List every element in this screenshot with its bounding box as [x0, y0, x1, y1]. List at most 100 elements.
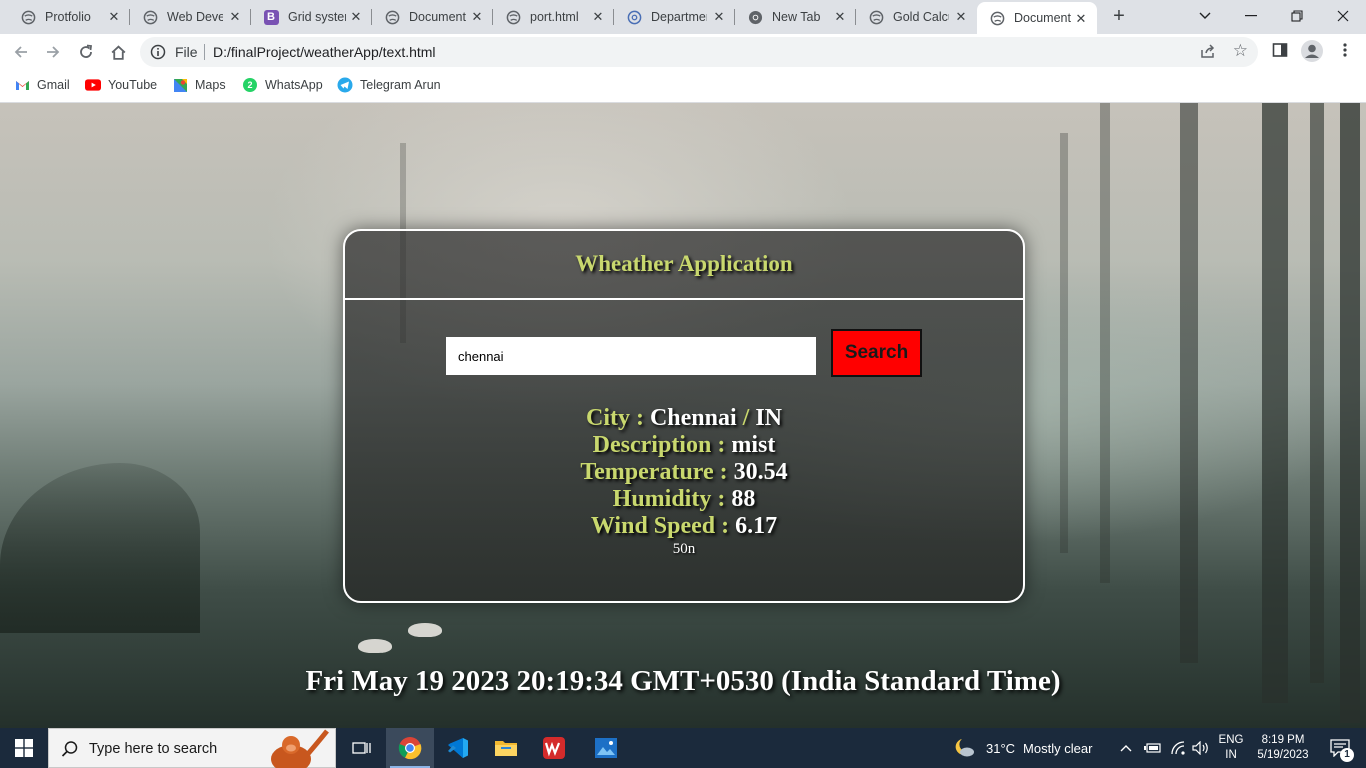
- weather-results: City : Chennai / IN Description : mist T…: [345, 405, 1023, 540]
- forward-arrow-icon[interactable]: [41, 40, 65, 64]
- wps-office-taskbar-icon[interactable]: [530, 728, 578, 768]
- bookmark-label: Maps: [195, 78, 226, 92]
- minimize-icon[interactable]: [1228, 0, 1274, 32]
- windows-start-icon[interactable]: [0, 728, 48, 768]
- globe-icon: [868, 9, 884, 25]
- reload-icon[interactable]: [74, 40, 98, 64]
- humidity-row: Humidity : 88: [345, 486, 1023, 513]
- bookmark-gmail[interactable]: Gmail: [14, 77, 70, 93]
- telegram-icon: [337, 77, 353, 93]
- bookmarks-bar: Gmail YouTube Maps 2 WhatsApp Telegram A…: [0, 70, 1366, 103]
- wind-speed-value: 6.17: [735, 513, 778, 539]
- tab-close-icon[interactable]: ✕: [953, 9, 969, 25]
- tab-close-icon[interactable]: ✕: [832, 9, 848, 25]
- browser-tab[interactable]: Web Devel ✕: [130, 0, 251, 34]
- windows-taskbar: Type here to search 31°C Mostly clear EN…: [0, 728, 1366, 768]
- clock-date: 5/19/2023: [1257, 749, 1309, 761]
- vscode-taskbar-icon[interactable]: [434, 728, 482, 768]
- restore-icon[interactable]: [1274, 0, 1320, 32]
- task-view-icon[interactable]: [338, 728, 386, 768]
- browser-tab[interactable]: Departmer ✕: [614, 0, 735, 34]
- home-icon[interactable]: [106, 40, 130, 64]
- kebab-menu-icon[interactable]: [1338, 42, 1352, 63]
- tab-close-icon[interactable]: ✕: [711, 9, 727, 25]
- file-explorer-taskbar-icon[interactable]: [482, 728, 530, 768]
- tab-close-icon[interactable]: ✕: [590, 9, 606, 25]
- description-label: Description :: [592, 432, 732, 458]
- chrome-taskbar-icon[interactable]: [386, 728, 434, 768]
- maps-icon: [172, 77, 188, 93]
- country-separator: /: [736, 405, 756, 431]
- browser-toolbar: File D:/finalProject/weatherApp/text.htm…: [0, 34, 1366, 70]
- bookmark-telegram[interactable]: Telegram Arun: [337, 77, 441, 93]
- app-title: Wheather Application: [575, 251, 793, 276]
- region-code: IN: [1225, 749, 1237, 761]
- tab-strip: Protfolio ✕ Web Devel ✕ B Grid systen ✕ …: [0, 0, 1366, 34]
- browser-tab[interactable]: Document ✕: [372, 0, 493, 34]
- volume-icon[interactable]: [1192, 728, 1210, 768]
- settings-globe-icon: [626, 9, 642, 25]
- city-row: City : Chennai / IN: [345, 405, 1023, 432]
- language-code: ENG: [1218, 734, 1244, 746]
- browser-tab[interactable]: Gold Calcu ✕: [856, 0, 977, 34]
- bookmark-star-icon[interactable]: ☆: [1233, 42, 1248, 60]
- tab-title: Protfolio: [45, 10, 91, 24]
- globe-icon: [20, 9, 36, 25]
- search-button[interactable]: Search: [831, 329, 922, 377]
- temperature-value: 30.54: [733, 459, 788, 485]
- profile-avatar-icon[interactable]: [1300, 39, 1324, 68]
- show-hidden-icons-chevron-icon[interactable]: [1120, 728, 1132, 768]
- wifi-icon[interactable]: [1170, 728, 1186, 768]
- bookmark-youtube[interactable]: YouTube: [85, 77, 157, 93]
- tab-title: Document: [409, 10, 466, 24]
- gmail-icon: [14, 77, 30, 93]
- tab-close-icon[interactable]: ✕: [1073, 11, 1089, 27]
- globe-icon: [142, 9, 158, 25]
- bookmark-label: YouTube: [108, 78, 158, 92]
- tree-trunk: [1100, 103, 1110, 583]
- input-language-indicator[interactable]: ENG IN: [1216, 728, 1246, 768]
- taskbar-search-box[interactable]: Type here to search: [48, 728, 336, 768]
- info-icon[interactable]: [150, 44, 166, 65]
- browser-tab[interactable]: New Tab ✕: [735, 0, 856, 34]
- city-label: City :: [585, 405, 650, 431]
- share-icon[interactable]: [1200, 43, 1216, 64]
- globe-icon: [989, 10, 1005, 26]
- description-row: Description : mist: [345, 432, 1023, 459]
- new-tab-plus-icon[interactable]: +: [1108, 6, 1130, 28]
- current-datetime: Fri May 19 2023 20:19:34 GMT+0530 (India…: [305, 665, 1061, 697]
- close-window-icon[interactable]: [1320, 0, 1366, 32]
- bookmark-label: Telegram Arun: [360, 78, 441, 92]
- system-clock[interactable]: 8:19 PM 5/19/2023: [1252, 728, 1314, 768]
- notification-center-icon[interactable]: 1: [1322, 728, 1358, 768]
- tab-title: port.html: [530, 10, 579, 24]
- browser-tab[interactable]: port.html ✕: [493, 0, 614, 34]
- photos-taskbar-icon[interactable]: [582, 728, 630, 768]
- temperature-row: Temperature : 30.54: [345, 459, 1023, 486]
- bookmark-whatsapp[interactable]: 2 WhatsApp: [242, 77, 323, 93]
- bookmark-maps[interactable]: Maps: [172, 77, 226, 93]
- reeds: [0, 463, 200, 633]
- side-panel-icon[interactable]: [1272, 42, 1288, 63]
- tab-close-icon[interactable]: ✕: [227, 9, 243, 25]
- humidity-value: 88: [731, 486, 756, 512]
- description-value: mist: [731, 432, 776, 458]
- globe-icon: [384, 9, 400, 25]
- tab-close-icon[interactable]: ✕: [348, 9, 364, 25]
- tab-close-icon[interactable]: ✕: [469, 9, 485, 25]
- battery-icon[interactable]: [1144, 728, 1162, 768]
- weather-widget[interactable]: 31°C Mostly clear: [952, 728, 1092, 768]
- tab-search-chevron-icon[interactable]: [1182, 0, 1228, 32]
- address-separator: [204, 44, 205, 60]
- browser-tab[interactable]: Protfolio ✕: [8, 0, 130, 34]
- city-search-input[interactable]: [446, 337, 816, 375]
- tab-close-icon[interactable]: ✕: [106, 9, 122, 25]
- wind-speed-label: Wind Speed :: [590, 513, 736, 539]
- tab-title: Grid systen: [288, 10, 346, 24]
- url-text[interactable]: D:/finalProject/weatherApp/text.html: [213, 44, 436, 60]
- browser-tab[interactable]: B Grid systen ✕: [251, 0, 372, 34]
- address-bar[interactable]: File D:/finalProject/weatherApp/text.htm…: [140, 37, 1258, 67]
- taskbar-search-placeholder: Type here to search: [89, 741, 218, 757]
- browser-tab-active[interactable]: Document ✕: [977, 2, 1097, 34]
- back-arrow-icon[interactable]: [9, 40, 33, 64]
